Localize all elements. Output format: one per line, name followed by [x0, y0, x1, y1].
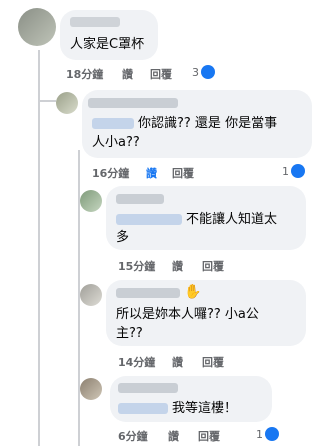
avatar[interactable]	[80, 190, 102, 212]
comment-text-line-2: 人小a??	[92, 135, 140, 150]
like-button[interactable]: 讚	[122, 66, 133, 82]
wave-hand-icon: ✋	[184, 284, 202, 300]
reply-button[interactable]: 回覆	[150, 66, 172, 82]
like-button[interactable]: 讚	[168, 428, 179, 444]
avatar[interactable]	[80, 378, 102, 400]
thread-line-main	[38, 50, 40, 446]
comment-time[interactable]: 15分鐘	[118, 258, 155, 274]
like-button[interactable]: 讚	[172, 354, 183, 370]
mention-blurred[interactable]	[118, 403, 168, 414]
reaction-count-value: 1	[282, 164, 289, 178]
reaction-count[interactable]: 1	[282, 164, 305, 178]
reaction-count[interactable]: 3	[192, 65, 215, 79]
author-name-blurred[interactable]	[116, 194, 164, 204]
comment-time[interactable]: 16分鐘	[92, 165, 129, 181]
author-name-blurred[interactable]	[116, 288, 180, 298]
comment-bubble: 我等這樓！	[110, 376, 272, 422]
thread-line-branch	[38, 100, 56, 102]
avatar[interactable]	[18, 8, 56, 46]
like-reaction-icon	[291, 164, 305, 178]
author-name-blurred[interactable]	[88, 98, 178, 108]
like-reaction-icon	[201, 65, 215, 79]
comment-bubble: 你認識?? 還是 你是當事 人小a??	[82, 90, 312, 158]
reply-button[interactable]: 回覆	[172, 165, 194, 181]
reaction-count-value: 1	[256, 427, 263, 441]
comment-text-line-1: 所以是妳本人囉?? 小a公	[116, 307, 259, 322]
like-button[interactable]: 讚	[172, 258, 183, 274]
mention-blurred[interactable]	[92, 118, 134, 129]
comment-bubble: 人家是C罩杯	[60, 10, 158, 60]
comment-text-line-2: 主??	[116, 326, 143, 341]
comment-time[interactable]: 14分鐘	[118, 354, 155, 370]
comment-text-line-1: 你認識?? 還是 你是當事	[138, 116, 278, 131]
reply-button[interactable]: 回覆	[202, 354, 224, 370]
mention-blurred[interactable]	[116, 214, 182, 225]
author-name-blurred[interactable]	[70, 17, 120, 27]
comment-text: 我等這樓！	[172, 401, 238, 416]
comment-text: 人家是C罩杯	[70, 37, 145, 52]
like-button[interactable]: 讚	[146, 165, 157, 181]
reply-button[interactable]: 回覆	[198, 428, 220, 444]
comment-time[interactable]: 6分鐘	[118, 428, 148, 444]
reply-button[interactable]: 回覆	[202, 258, 224, 274]
author-name-blurred[interactable]	[118, 383, 178, 393]
reaction-count-value: 3	[192, 65, 199, 79]
comment-text-line-2: 多	[116, 230, 130, 245]
like-reaction-icon	[265, 427, 279, 441]
comment-text-line-1: 不能讓人知道太	[186, 212, 278, 227]
comment-bubble: ✋ 所以是妳本人囉?? 小a公 主??	[106, 280, 306, 346]
avatar[interactable]	[80, 284, 102, 306]
comment-bubble: 不能讓人知道太 多	[106, 186, 306, 250]
avatar[interactable]	[56, 92, 78, 114]
comment-time[interactable]: 18分鐘	[66, 66, 103, 82]
reaction-count[interactable]: 1	[256, 427, 279, 441]
